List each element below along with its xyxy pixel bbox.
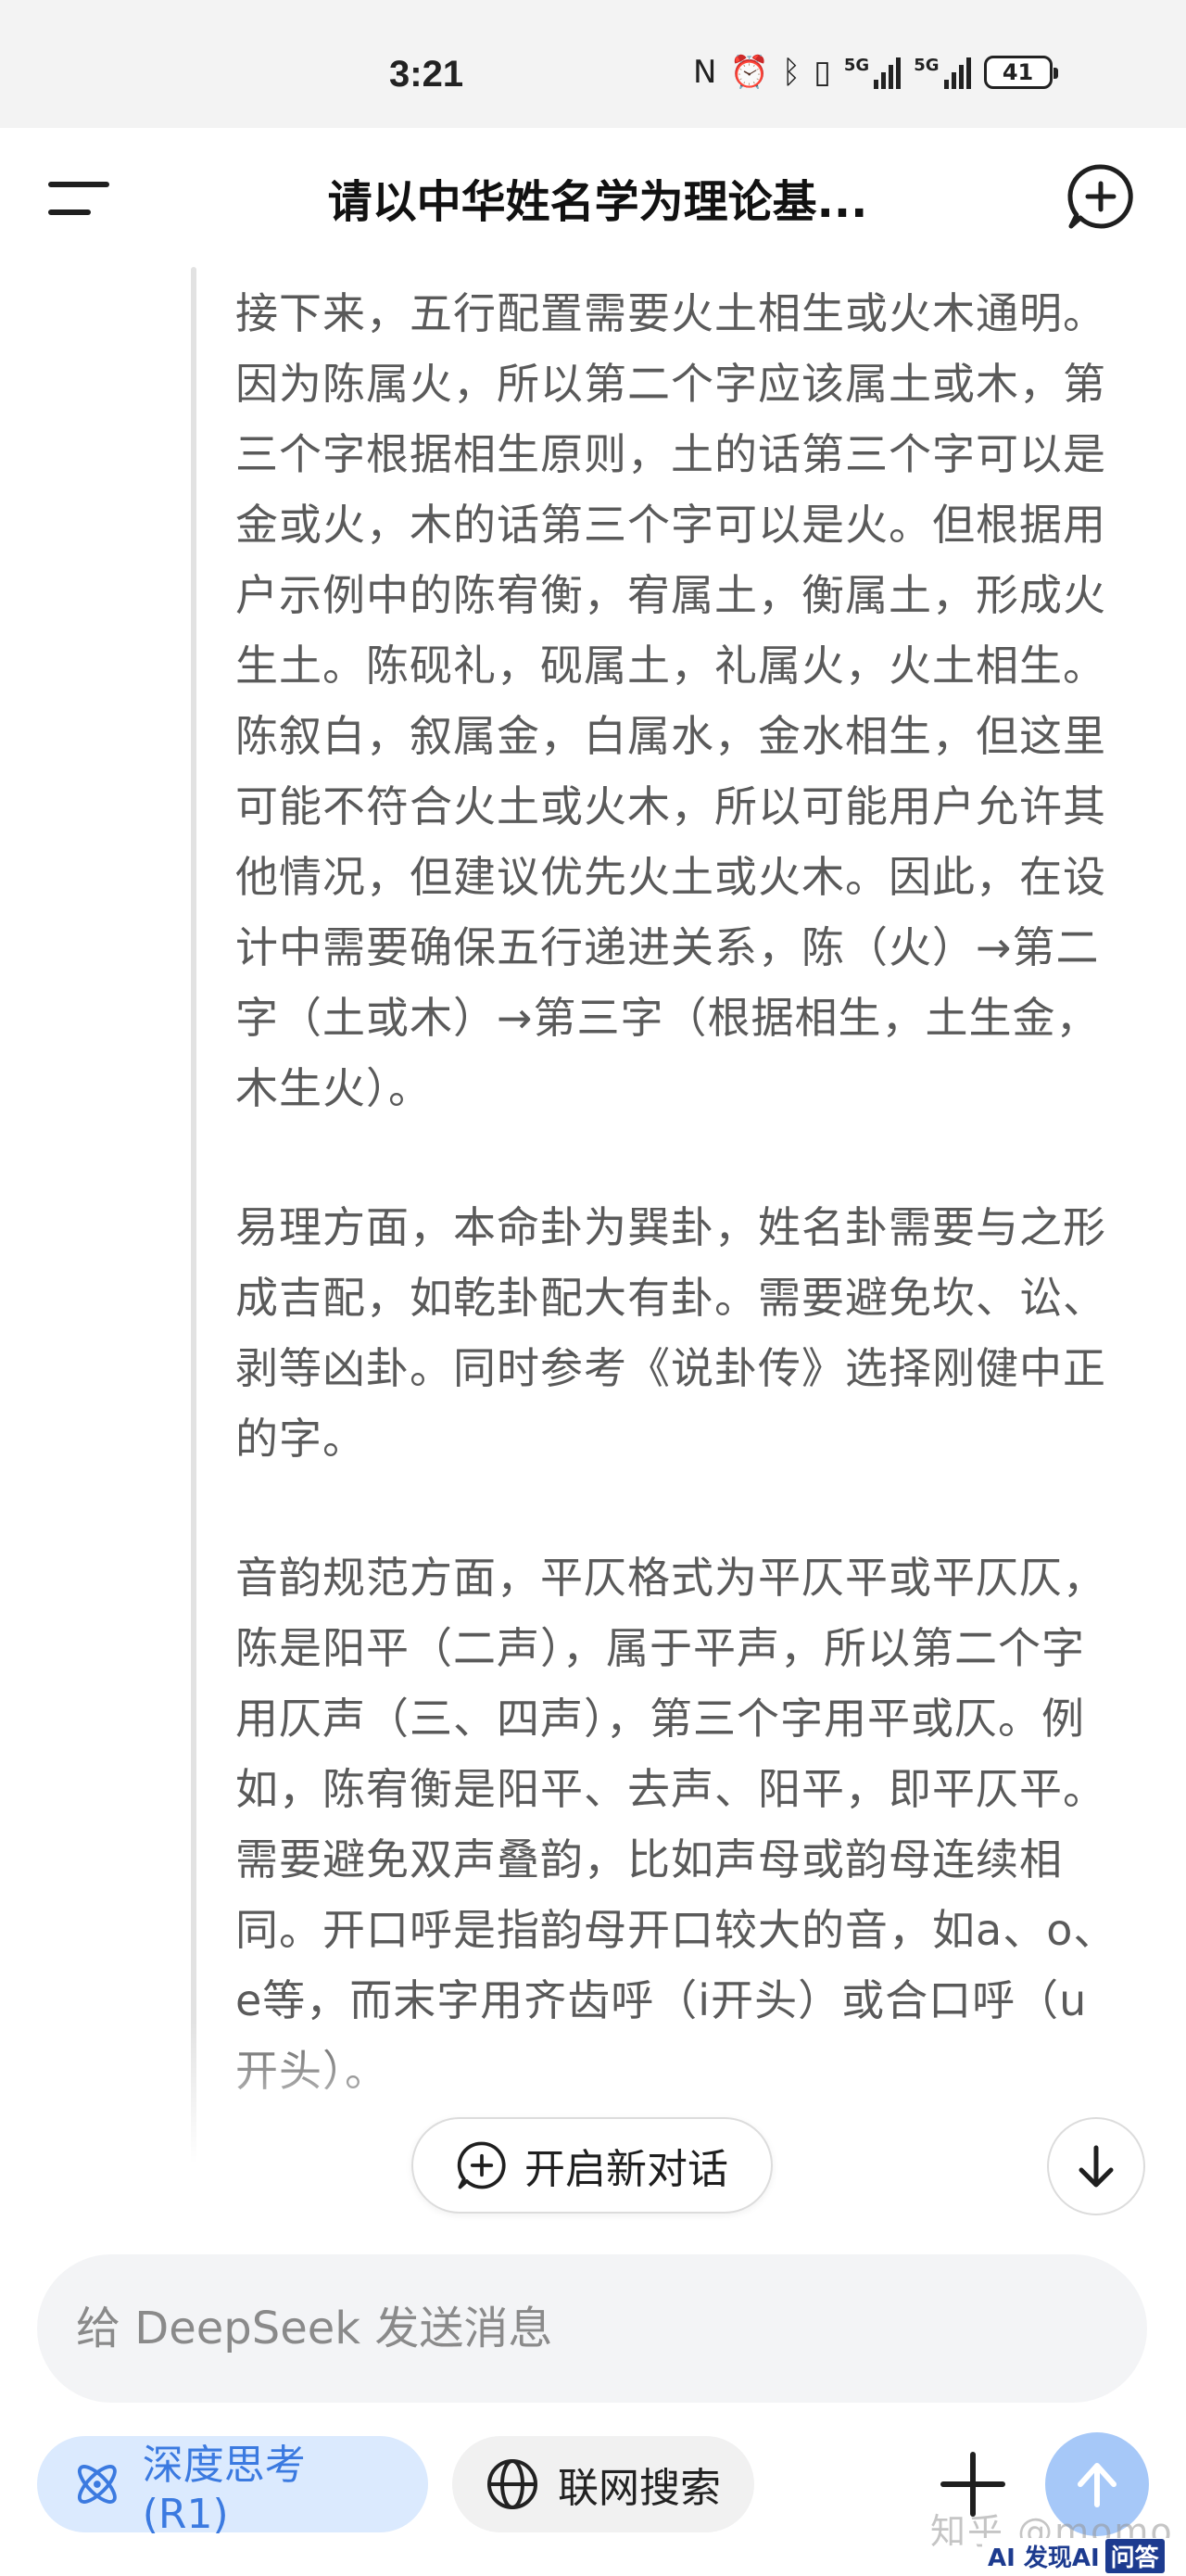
new-dialog-label: 开启新对话	[524, 2146, 728, 2193]
thinking-indicator-bar	[191, 267, 196, 2214]
deep-think-button[interactable]: 深度思考 (R1)	[37, 2436, 428, 2538]
scroll-to-bottom-button[interactable]	[1047, 2117, 1145, 2215]
deep-think-label: 深度思考 (R1)	[142, 2441, 306, 2538]
nfc-icon: N	[693, 54, 717, 91]
thinking-paragraph: 易理方面，本命卦为巽卦，姓名卦需要与之形成吉配，如乾卦配大有卦。需要避免坎、讼、…	[235, 1202, 1106, 1464]
bluetooth-icon: ᛒ	[781, 54, 801, 91]
web-search-button[interactable]: 联网搜索	[452, 2436, 754, 2532]
alarm-icon: ⏰	[729, 54, 769, 91]
message-input[interactable]	[37, 2254, 1147, 2403]
status-time: 3:21	[389, 54, 464, 95]
battery-icon: 41	[983, 56, 1058, 89]
badge-brand: AI 发现AI	[988, 2544, 1100, 2572]
vibrate-icon: ▯	[814, 54, 831, 91]
chat-title: 请以中华姓名学为理论基...	[327, 176, 868, 228]
status-bar: 3:21 N ⏰ ᛒ ▯ 5G 5G 41	[0, 0, 1186, 128]
status-icons: N ⏰ ᛒ ▯ 5G 5G 41	[693, 54, 1058, 91]
badge-tag: 问答	[1104, 2538, 1165, 2573]
thinking-content: 接下来，五行配置需要火土相生或火木通明。因为陈属火，所以第二个字应该属土或木，第…	[235, 278, 1125, 2175]
web-search-label: 联网搜索	[558, 2465, 721, 2512]
app-header: 请以中华姓名学为理论基...	[0, 128, 1186, 267]
arrow-down-icon	[1079, 2145, 1114, 2188]
thinking-paragraph: 接下来，五行配置需要火土相生或火木通明。因为陈属火，所以第二个字应该属土或木，第…	[235, 288, 1106, 1113]
source-badge: AI 发现AI 问答	[982, 2538, 1170, 2573]
new-chat-icon	[457, 2141, 506, 2189]
new-dialog-button[interactable]: 开启新对话	[411, 2117, 773, 2214]
new-chat-icon[interactable]	[1066, 161, 1136, 232]
signal-icon-2: 5G	[914, 56, 971, 89]
signal-icon: 5G	[844, 56, 902, 89]
menu-icon[interactable]	[48, 182, 113, 219]
globe-icon	[487, 2459, 537, 2509]
atom-icon	[77, 2465, 117, 2504]
